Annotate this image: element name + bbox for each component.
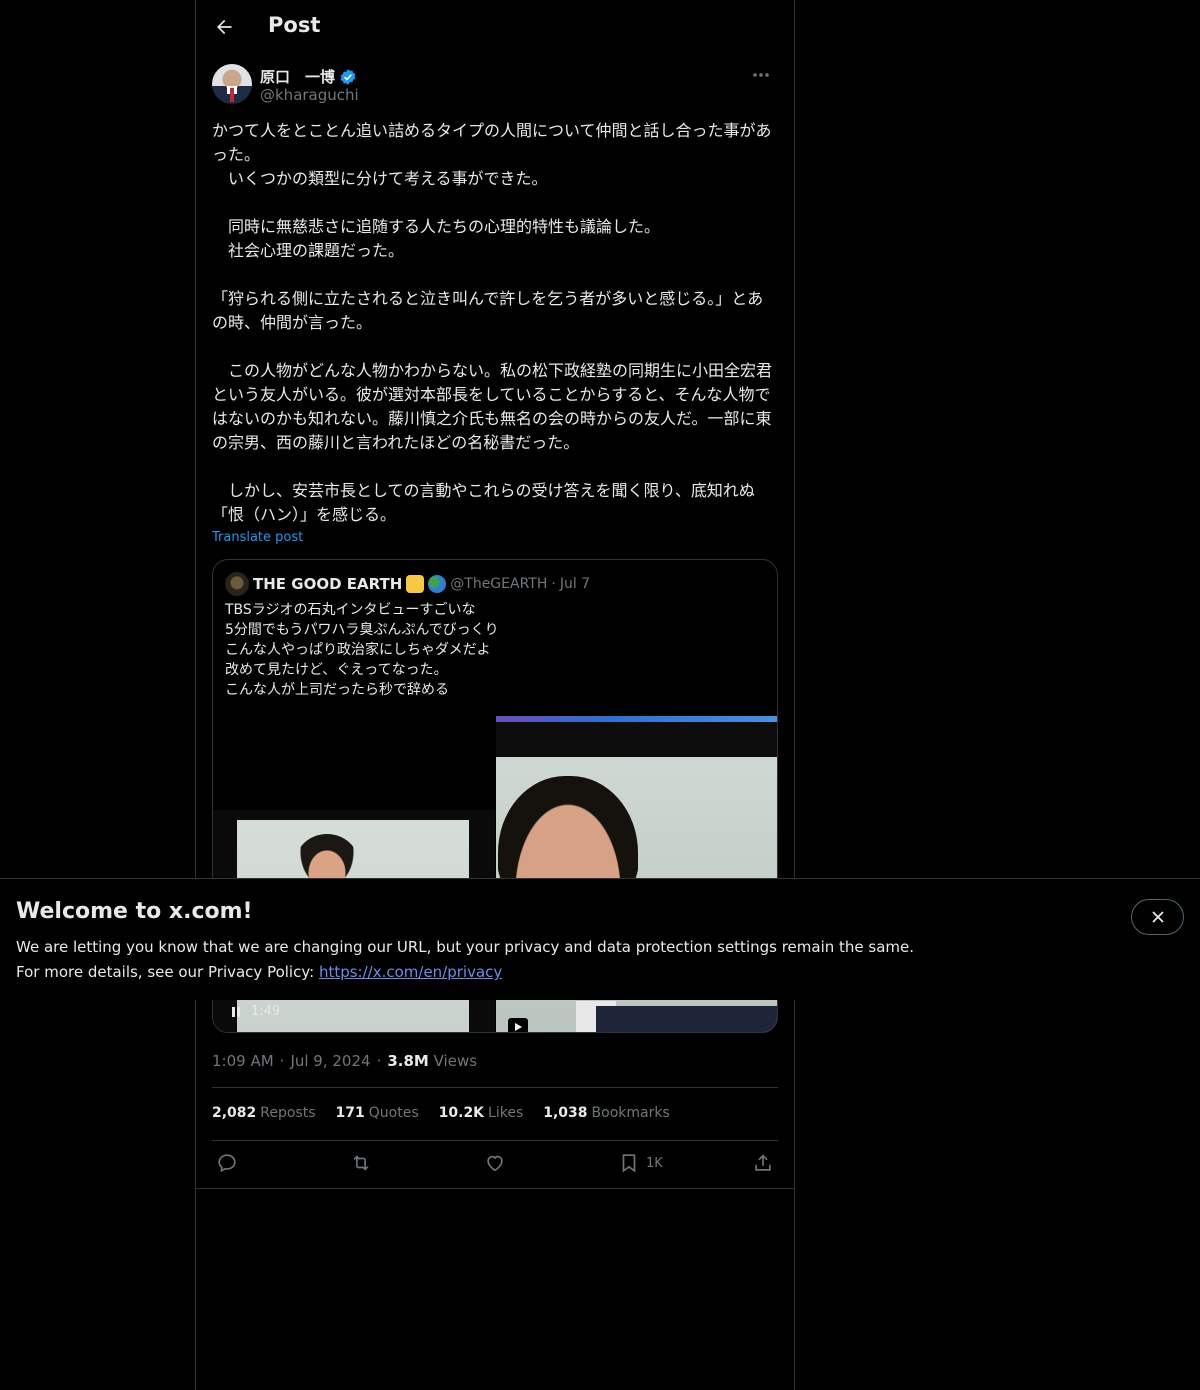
name-row: 原口 一博 bbox=[260, 66, 357, 87]
privacy-policy-link[interactable]: https://x.com/en/privacy bbox=[319, 963, 502, 981]
engagement-stats: 2,082 Reposts 171 Quotes 10.2K Likes 1,038 B… bbox=[212, 1105, 670, 1121]
tweet-text: かつて人をとことん追い詰めるタイプの人間について仲間と話し合った事があった。 い… bbox=[212, 121, 773, 524]
close-icon bbox=[1151, 911, 1164, 923]
like-button[interactable] bbox=[484, 1152, 506, 1174]
views-count: 3.8M bbox=[387, 1052, 429, 1070]
meta-separator: · bbox=[279, 1052, 285, 1070]
divider-2 bbox=[212, 1140, 778, 1141]
banner-title: Welcome to x.com! bbox=[16, 899, 253, 924]
more-button[interactable] bbox=[744, 64, 778, 86]
quote-handle: @TheGEARTH bbox=[450, 576, 548, 592]
more-icon bbox=[753, 73, 769, 77]
reply-button[interactable] bbox=[216, 1152, 238, 1174]
views-label: Views bbox=[433, 1052, 478, 1070]
translate-post-link[interactable]: Translate post bbox=[212, 530, 303, 545]
bookmark-icon bbox=[622, 1154, 636, 1173]
play-icon bbox=[515, 1023, 522, 1031]
play-button[interactable] bbox=[508, 1018, 528, 1032]
share-icon bbox=[755, 1154, 771, 1171]
reposts-stat[interactable]: 2,082 Reposts bbox=[212, 1105, 316, 1121]
main-column: Post 原口 一博 @kharaguchi かつて人をとことん追い詰めるタイプ… bbox=[195, 0, 795, 1390]
back-button[interactable] bbox=[208, 11, 240, 43]
quote-avatar bbox=[225, 572, 249, 596]
post-date[interactable]: Jul 9, 2024 bbox=[290, 1052, 370, 1070]
divider bbox=[212, 1087, 778, 1088]
post-bottom-border bbox=[196, 1188, 794, 1189]
like-icon bbox=[487, 1155, 503, 1172]
bookmark-count: 1K bbox=[646, 1155, 663, 1171]
bookmark-button[interactable]: 1K bbox=[618, 1152, 663, 1174]
quote-date: Jul 7 bbox=[559, 576, 591, 592]
share-button[interactable] bbox=[752, 1152, 774, 1174]
page-title: Post bbox=[268, 13, 321, 37]
avatar[interactable] bbox=[212, 64, 252, 104]
post-time[interactable]: 1:09 AM bbox=[212, 1052, 274, 1070]
quotes-stat[interactable]: 171 Quotes bbox=[336, 1105, 419, 1121]
bookmarks-stat[interactable]: 1,038 Bookmarks bbox=[543, 1105, 670, 1121]
back-arrow-icon bbox=[217, 19, 232, 35]
author-row: 原口 一博 @kharaguchi bbox=[212, 64, 778, 108]
banner-close-button[interactable] bbox=[1131, 899, 1184, 935]
author-display-name[interactable]: 原口 一博 bbox=[260, 66, 335, 87]
banner-line-2: For more details, see our Privacy Policy… bbox=[16, 960, 914, 985]
reply-icon bbox=[218, 1154, 236, 1173]
quote-text: TBSラジオの石丸インタビューすごいな 5分間でもうパワハラ臭ぷんぷんでびっくり… bbox=[225, 602, 499, 698]
banner-text: We are letting you know that we are chan… bbox=[16, 935, 914, 985]
globe-emoji-icon bbox=[428, 575, 447, 593]
banner-line-1: We are letting you know that we are chan… bbox=[16, 938, 915, 956]
views-stat: 3.8M Views bbox=[387, 1052, 477, 1070]
action-bar: 1K bbox=[212, 1152, 778, 1178]
banner-line-2-prefix: For more details, see our Privacy Policy… bbox=[16, 963, 319, 981]
video-duration: 1:49 bbox=[251, 1004, 281, 1019]
post-meta: 1:09 AM · Jul 9, 2024 · 3.8M Views bbox=[212, 1052, 477, 1070]
meta-separator-2: · bbox=[376, 1052, 382, 1070]
pause-icon[interactable] bbox=[231, 1006, 241, 1018]
verified-badge-icon bbox=[340, 68, 356, 85]
url-change-banner: Welcome to x.com! We are letting you kno… bbox=[0, 878, 1200, 1000]
repost-button[interactable] bbox=[350, 1152, 372, 1174]
quote-display-name: THE GOOD EARTH bbox=[253, 575, 403, 593]
video-controls: 1:49 bbox=[231, 1004, 280, 1019]
thumbs-up-emoji-icon bbox=[406, 575, 425, 593]
likes-stat[interactable]: 10.2K Likes bbox=[439, 1105, 524, 1121]
author-handle[interactable]: @kharaguchi bbox=[260, 86, 359, 104]
quote-header: THE GOOD EARTH @TheGEARTH · Jul 7 bbox=[225, 572, 590, 596]
quote-separator: · bbox=[551, 576, 556, 592]
top-bar: Post bbox=[196, 0, 794, 53]
repost-icon bbox=[353, 1155, 369, 1171]
